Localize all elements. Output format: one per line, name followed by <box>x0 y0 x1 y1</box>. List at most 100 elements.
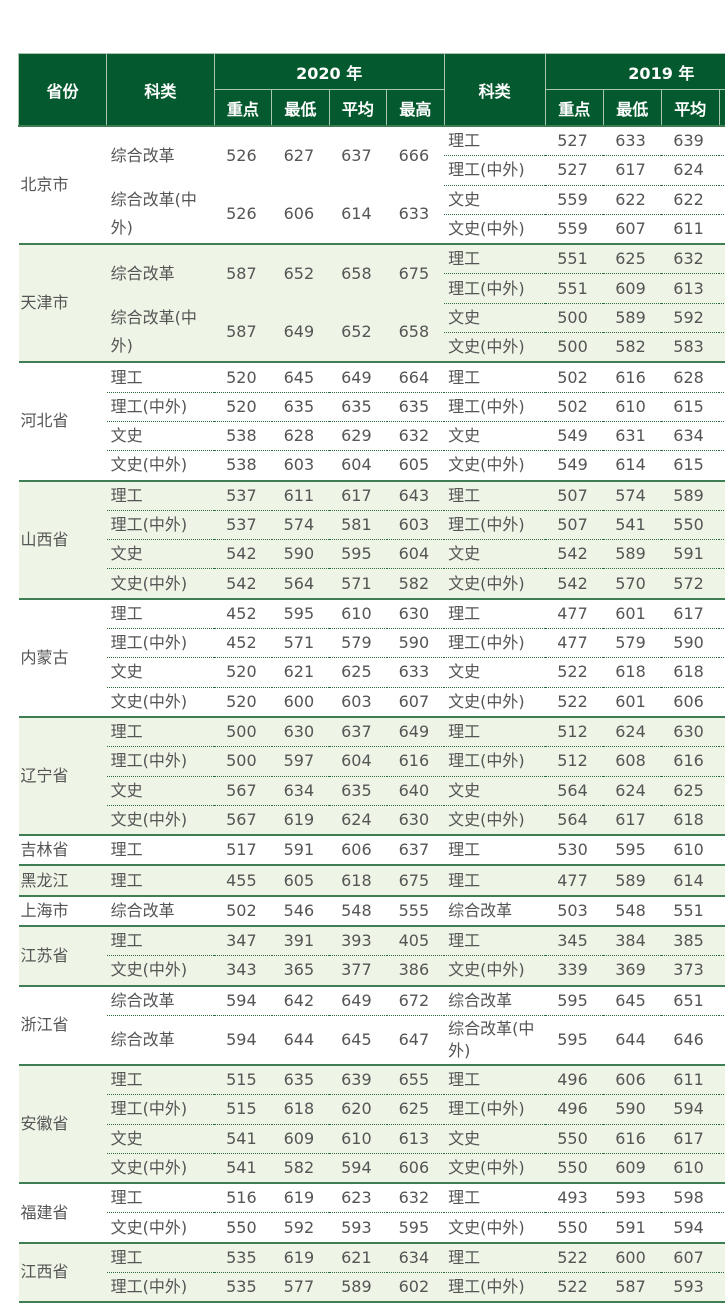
key-score-2020: 538 <box>214 451 272 481</box>
category-2019-cell: 文史(中外) <box>444 1213 545 1243</box>
max-score-2019: 575 <box>719 569 725 599</box>
table-row: 理工(中外)535577589602理工(中外)522587593598 <box>19 1272 725 1302</box>
max-score-2019: 659 <box>719 986 725 1016</box>
province-group: 江苏省理工347391393405理工345384385392文史(中外)343… <box>19 926 725 986</box>
key-score-2019: 550 <box>545 1153 603 1183</box>
max-score-2020: 664 <box>387 362 445 392</box>
key-score-2020: 520 <box>214 687 272 717</box>
province-group: 吉林省理工517591606637理工530595610625 <box>19 835 725 865</box>
avg-score-2019: 639 <box>661 126 719 156</box>
max-score-2020: 607 <box>387 687 445 717</box>
min-score-2020: 611 <box>272 481 330 511</box>
key-score-2019: 500 <box>545 303 603 332</box>
category-2020-cell: 理工 <box>107 362 214 392</box>
avg-score-2020: 604 <box>329 451 387 481</box>
min-score-2020: 600 <box>272 687 330 717</box>
province-cell: 浙江省 <box>19 986 107 1065</box>
table-row: 上海市综合改革502546548555综合改革503548551554 <box>19 896 725 926</box>
max-score-2019: 622 <box>719 392 725 421</box>
avg-score-2020: 618 <box>329 865 387 895</box>
min-score-2019: 589 <box>603 540 661 569</box>
min-score-2019: 548 <box>603 896 661 926</box>
max-score-2019: 637 <box>719 421 725 450</box>
category-2020-cell: 理工 <box>107 717 214 747</box>
key-score-2019: 477 <box>545 865 603 895</box>
key-score-2019: 550 <box>545 1124 603 1153</box>
category-2020-cell: 文史 <box>107 540 214 569</box>
max-score-2020: 647 <box>387 1015 445 1065</box>
avg-score-2019: 610 <box>661 1153 719 1183</box>
max-score-2019: 614 <box>719 481 725 511</box>
category-2020-cell: 理工(中外) <box>107 510 214 539</box>
max-score-2019: 619 <box>719 658 725 687</box>
max-score-2020: 672 <box>387 986 445 1016</box>
province-cell: 吉林省 <box>19 835 107 865</box>
header-max-2020: 最高 <box>387 90 445 127</box>
key-score-2019: 522 <box>545 687 603 717</box>
min-score-2019: 608 <box>603 747 661 776</box>
avg-score-2019: 594 <box>661 1095 719 1124</box>
min-score-2019: 384 <box>603 926 661 956</box>
max-score-2019: 584 <box>719 333 725 363</box>
table-row: 文史(中外)520600603607文史(中外)522601606613 <box>19 687 725 717</box>
category-2020-cell: 文史(中外) <box>107 805 214 835</box>
category-2019-cell: 文史 <box>444 658 545 687</box>
table-row: 浙江省综合改革594642649672综合改革595645651659 <box>19 986 725 1016</box>
avg-score-2020: 606 <box>329 835 387 865</box>
category-2020-cell: 文史(中外) <box>107 1213 214 1243</box>
province-cell: 内蒙古 <box>19 599 107 717</box>
min-score-2019: 624 <box>603 717 661 747</box>
avg-score-2020: 579 <box>329 629 387 658</box>
header-year-2019: 2019 年 <box>545 54 725 90</box>
table-row: 河北省理工520645649664理工502616628646 <box>19 362 725 392</box>
avg-score-2020: 623 <box>329 1183 387 1213</box>
table-row: 理工(中外)515618620625理工(中外)496590594600 <box>19 1095 725 1124</box>
key-score-2020: 594 <box>214 1015 272 1065</box>
min-score-2019: 590 <box>603 1095 661 1124</box>
avg-score-2019: 610 <box>661 835 719 865</box>
category-2019-cell: 文史(中外) <box>444 451 545 481</box>
min-score-2019: 570 <box>603 569 661 599</box>
key-score-2020: 550 <box>214 1213 272 1243</box>
category-2020-cell: 综合改革 <box>107 1015 214 1065</box>
province-cell: 山西省 <box>19 481 107 599</box>
category-2019-cell: 文史(中外) <box>444 956 545 986</box>
max-score-2019: 621 <box>719 1124 725 1153</box>
province-group: 上海市综合改革502546548555综合改革503548551554 <box>19 896 725 926</box>
avg-score-2019: 617 <box>661 599 719 629</box>
province-group: 辽宁省理工500630637649理工512624630641理工(中外)500… <box>19 717 725 835</box>
category-2019-cell: 文史(中外) <box>444 1153 545 1183</box>
max-score-2020: 637 <box>387 835 445 865</box>
max-score-2020: 602 <box>387 1272 445 1302</box>
header-year-2020: 2020 年 <box>214 54 444 90</box>
max-score-2019: 641 <box>719 717 725 747</box>
min-score-2019: 644 <box>603 1015 661 1065</box>
category-2019-cell: 文史 <box>444 1124 545 1153</box>
table-row: 安徽省理工515635639655理工496606611625 <box>19 1065 725 1095</box>
avg-score-2020: 610 <box>329 599 387 629</box>
key-score-2019: 522 <box>545 1243 603 1273</box>
province-group: 安徽省理工515635639655理工496606611625理工(中外)515… <box>19 1065 725 1183</box>
max-score-2020: 635 <box>387 392 445 421</box>
min-score-2020: 590 <box>272 540 330 569</box>
avg-score-2019: 598 <box>661 1183 719 1213</box>
avg-score-2020: 589 <box>329 1272 387 1302</box>
avg-score-2020: 593 <box>329 1213 387 1243</box>
max-score-2019: 600 <box>719 1095 725 1124</box>
max-score-2019: 617 <box>719 451 725 481</box>
category-2019-cell: 理工 <box>444 481 545 511</box>
min-score-2019: 616 <box>603 362 661 392</box>
category-2020-cell: 文史 <box>107 1124 214 1153</box>
key-score-2020: 567 <box>214 805 272 835</box>
key-score-2019: 512 <box>545 717 603 747</box>
avg-score-2020: 652 <box>329 303 387 362</box>
table-row: 文史541609610613文史550616617621 <box>19 1124 725 1153</box>
key-score-2019: 507 <box>545 510 603 539</box>
avg-score-2019: 628 <box>661 362 719 392</box>
min-score-2020: 546 <box>272 896 330 926</box>
avg-score-2020: 393 <box>329 926 387 956</box>
max-score-2020: 649 <box>387 717 445 747</box>
key-score-2019: 564 <box>545 805 603 835</box>
min-score-2019: 633 <box>603 126 661 156</box>
min-score-2020: 635 <box>272 1065 330 1095</box>
